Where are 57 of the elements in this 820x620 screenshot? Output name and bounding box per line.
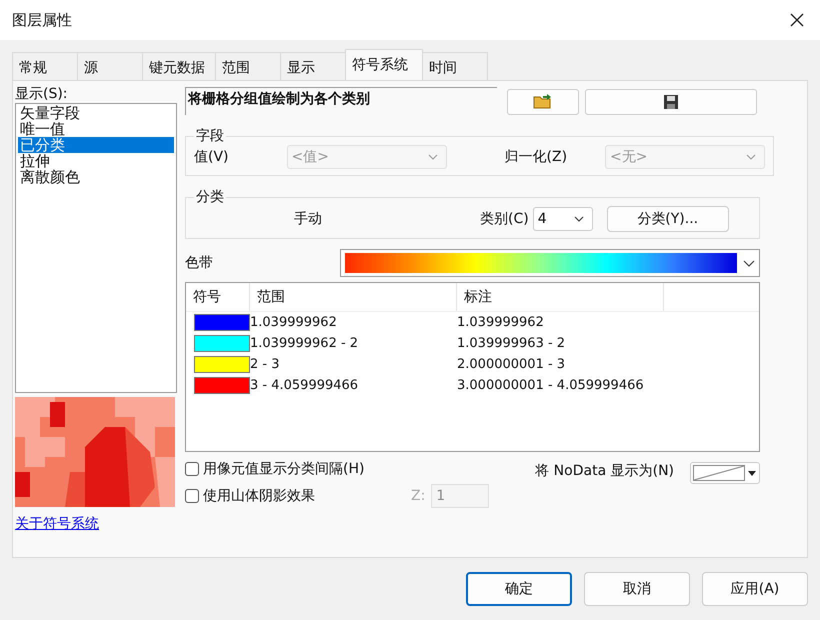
list-item[interactable]: 矢量字段 xyxy=(18,105,174,121)
save-icon xyxy=(663,94,679,110)
dialog-button[interactable]: 取消 xyxy=(584,572,690,606)
caret-icon xyxy=(574,216,584,222)
show-label: 显示(S): xyxy=(15,87,69,101)
save-button[interactable] xyxy=(585,89,757,115)
color-swatch[interactable] xyxy=(194,314,250,331)
window-title: 图层属性 xyxy=(12,10,72,30)
caret-icon xyxy=(428,154,438,160)
list-item[interactable]: 离散颜色 xyxy=(18,169,174,185)
list-item[interactable]: 已分类 xyxy=(18,137,174,153)
color-swatch[interactable] xyxy=(194,356,250,373)
z-label: Z: xyxy=(410,488,426,504)
caret-icon xyxy=(743,260,755,266)
table-cell-text: 3 - 4.059999466 xyxy=(250,378,360,393)
checkbox[interactable] xyxy=(185,489,199,503)
dialog-button[interactable]: 应用(A) xyxy=(702,572,808,606)
dialog-button[interactable]: 确定 xyxy=(466,572,572,606)
close-icon[interactable] xyxy=(790,13,804,27)
nodata-color-button[interactable] xyxy=(690,462,760,484)
table-cell-text: 2 - 3 xyxy=(250,357,280,372)
tab[interactable]: 时间 xyxy=(422,52,488,80)
color-swatch[interactable] xyxy=(194,377,250,394)
group-title: 分类 xyxy=(195,188,225,206)
open-button[interactable] xyxy=(507,89,579,115)
list-item[interactable]: 拉伸 xyxy=(18,153,174,169)
classify-button[interactable]: 分类(Y)... xyxy=(606,206,729,232)
folder-icon xyxy=(533,94,553,110)
checkbox[interactable] xyxy=(185,462,199,476)
table-cell-text: 1.039999962 xyxy=(250,315,338,330)
checkbox-label: 用像元值显示分类间隔(H) xyxy=(203,460,364,478)
tab[interactable]: 常规 xyxy=(12,52,78,80)
value-label: 值(V) xyxy=(194,148,229,166)
color-ramp-label: 色带 xyxy=(185,254,213,272)
description-text: 将栅格分组值绘制为各个类别 xyxy=(185,87,497,115)
group-title: 字段 xyxy=(195,127,225,145)
about-link[interactable]: 关于符号系统 xyxy=(15,515,177,533)
column-header: 范围 xyxy=(250,283,457,311)
nodata-label: 将 NoData 显示为(N) xyxy=(535,462,674,480)
checkbox-label: 使用山体阴影效果 xyxy=(203,487,315,505)
column-header: 标注 xyxy=(457,283,664,311)
table-cell: 1.039999963 - 2 xyxy=(457,336,566,351)
method-text: 手动 xyxy=(294,210,322,228)
list-item[interactable]: 唯一值 xyxy=(18,121,174,137)
classes-dropdown[interactable]: 4 xyxy=(532,207,593,231)
color-swatch[interactable] xyxy=(194,335,250,352)
classes-label: 类别(C) xyxy=(480,210,529,228)
table-cell: 2.000000001 - 3 xyxy=(457,357,566,372)
table-cell: 3.000000001 - 4.059999466 xyxy=(457,378,644,393)
column-header: 符号 xyxy=(186,283,250,311)
caret-icon xyxy=(746,154,756,160)
table-cell-text: 1.039999962 - 2 xyxy=(250,336,360,351)
table-cell: 1.039999962 xyxy=(457,315,544,330)
caret-icon xyxy=(748,470,756,476)
tab[interactable]: 符号系统 xyxy=(345,49,423,80)
color-ramp-dropdown[interactable] xyxy=(340,249,760,277)
normalize-label: 归一化(Z) xyxy=(504,148,568,166)
